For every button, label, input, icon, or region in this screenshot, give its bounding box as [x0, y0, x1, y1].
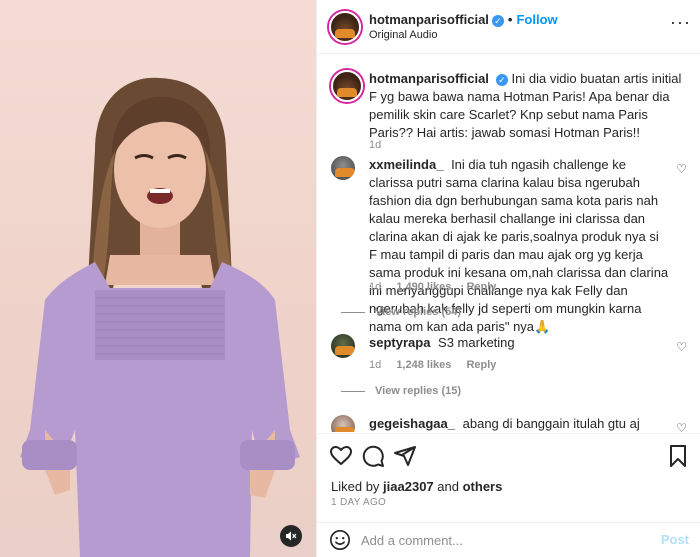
- video-player[interactable]: [0, 0, 316, 557]
- heart-icon[interactable]: [329, 444, 353, 468]
- comment-text-block: gegeishagaa_ abang di banggain itulah gt…: [369, 415, 669, 432]
- share-icon[interactable]: [393, 444, 417, 468]
- more-options-button[interactable]: ···: [670, 12, 691, 33]
- liked-by-and: and: [437, 479, 459, 494]
- caption: hotmanparisofficial ✓ Ini dia vidio buata…: [331, 70, 691, 151]
- comment-username[interactable]: xxmeilinda_: [369, 157, 443, 172]
- commenter-avatar[interactable]: [331, 334, 355, 358]
- comment-text: S3 marketing: [438, 335, 515, 350]
- comment-likes[interactable]: 1,248 likes: [396, 359, 451, 371]
- emoji-icon[interactable]: [329, 529, 351, 551]
- caption-username[interactable]: hotmanparisofficial: [369, 71, 489, 86]
- comment-age: 1d: [369, 281, 382, 293]
- heart-icon[interactable]: ♡: [676, 340, 687, 354]
- comment-meta: 1d 1,248 likes Reply: [369, 359, 508, 371]
- comment-meta: 1d 1,490 likes Reply: [369, 281, 508, 293]
- post-modal: hotmanparisofficial ✓ • Follow Original Aud…: [0, 0, 700, 557]
- comment-composer: Post: [317, 522, 700, 557]
- comment-item: gegeishagaa_ abang di banggain itulah gt…: [331, 415, 691, 432]
- author-line: hotmanparisofficial ✓ • Follow: [369, 12, 558, 27]
- liked-by-others[interactable]: others: [463, 479, 503, 494]
- heart-icon[interactable]: ♡: [676, 162, 687, 176]
- comment-age: 1d: [369, 359, 382, 371]
- liked-by-text: Liked by jiaa2307 and others: [331, 479, 502, 494]
- caption-age: 1d: [369, 139, 382, 151]
- comment-input[interactable]: [361, 530, 631, 550]
- heart-icon[interactable]: ♡: [676, 421, 687, 432]
- post-side-panel: hotmanparisofficial ✓ • Follow Original Aud…: [316, 0, 700, 557]
- muted-speaker-icon: [286, 531, 297, 541]
- post-actions: Liked by jiaa2307 and others 1 DAY AGO: [317, 433, 700, 531]
- liked-by-user[interactable]: jiaa2307: [383, 479, 434, 494]
- commenter-avatar[interactable]: [331, 156, 355, 180]
- author-username[interactable]: hotmanparisofficial: [369, 12, 489, 27]
- author-avatar[interactable]: [329, 11, 361, 43]
- verified-badge-icon: ✓: [491, 14, 504, 27]
- comment-text-block: septyrapa S3 marketing: [369, 334, 669, 352]
- caption-meta: 1d: [369, 139, 393, 151]
- comment-item: xxmeilinda_ Ini dia tuh ngasih challenge…: [331, 156, 691, 334]
- separator-dot: •: [507, 12, 513, 27]
- comment-icon[interactable]: [361, 444, 385, 468]
- caption-author-avatar[interactable]: [331, 70, 363, 102]
- mute-toggle-button[interactable]: [280, 525, 302, 547]
- comment-username[interactable]: gegeishagaa_: [369, 416, 455, 431]
- original-audio-link[interactable]: Original Audio: [369, 29, 438, 41]
- follow-button[interactable]: Follow: [516, 12, 557, 27]
- view-replies-button[interactable]: View replies (15): [341, 385, 461, 397]
- commenter-avatar[interactable]: [331, 415, 355, 432]
- comment-username[interactable]: septyrapa: [369, 335, 430, 350]
- post-header: hotmanparisofficial ✓ • Follow Original Aud…: [317, 0, 700, 54]
- comment-item: septyrapa S3 marketing ♡ 1d 1,248 likes …: [331, 334, 691, 404]
- comment-likes[interactable]: 1,490 likes: [396, 281, 451, 293]
- reply-button[interactable]: Reply: [466, 281, 496, 293]
- verified-badge-icon: ✓: [495, 73, 508, 86]
- post-comment-button[interactable]: Post: [661, 532, 689, 547]
- caption-text-block: hotmanparisofficial ✓ Ini dia vidio buata…: [369, 70, 689, 142]
- reply-button[interactable]: Reply: [466, 359, 496, 371]
- comments-list[interactable]: hotmanparisofficial ✓ Ini dia vidio buata…: [317, 55, 700, 432]
- view-replies-button[interactable]: View replies (54): [341, 306, 461, 318]
- post-age[interactable]: 1 DAY AGO: [331, 497, 386, 508]
- video-frame-woman: [20, 77, 300, 557]
- bookmark-icon[interactable]: [666, 444, 690, 468]
- liked-by-prefix: Liked by: [331, 479, 380, 494]
